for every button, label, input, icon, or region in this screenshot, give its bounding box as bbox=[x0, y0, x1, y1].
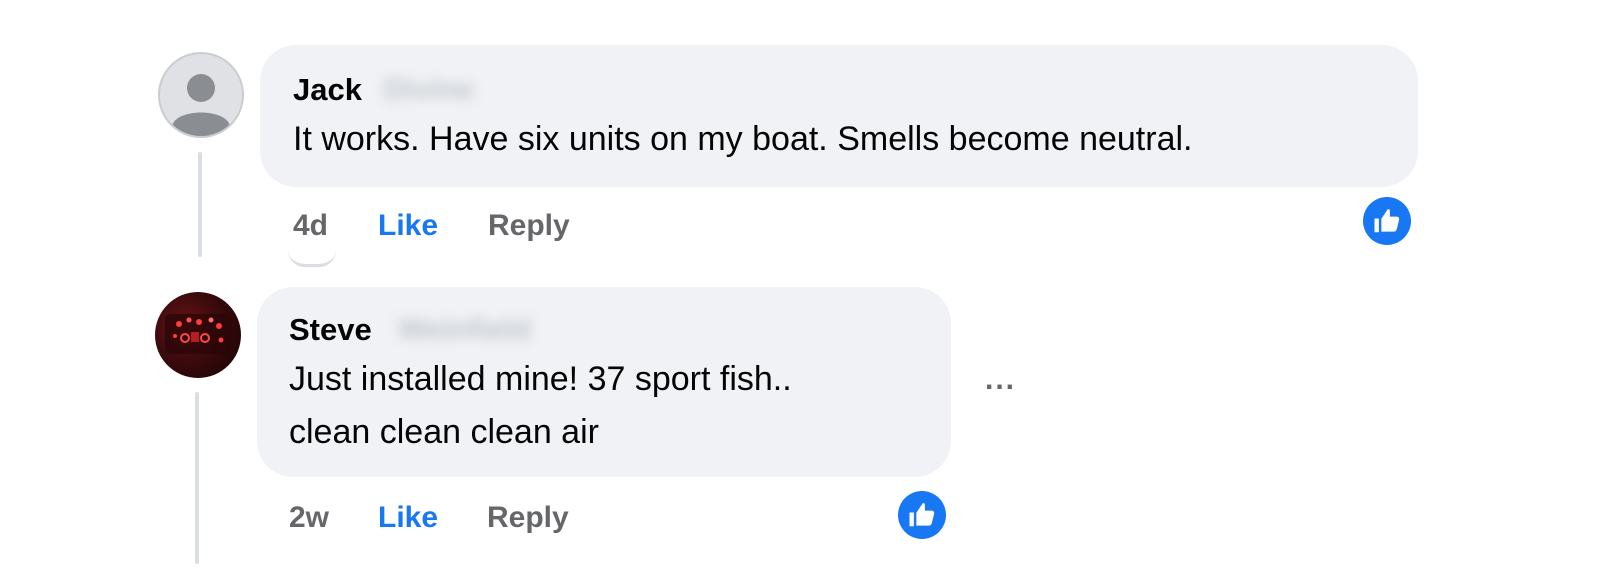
thread-line bbox=[195, 392, 199, 564]
reply-button[interactable]: Reply bbox=[487, 500, 569, 536]
comment-author[interactable]: Steve bbox=[289, 312, 372, 348]
avatar[interactable] bbox=[155, 292, 241, 378]
comment-text-line-1: Just installed mine! 37 sport fish.. bbox=[289, 360, 792, 398]
comment-author-surname-blurred: Divine bbox=[384, 73, 475, 106]
comment-text: It works. Have six units on my boat. Sme… bbox=[293, 120, 1193, 158]
like-reaction-badge[interactable] bbox=[1363, 197, 1411, 245]
reply-button[interactable]: Reply bbox=[488, 208, 570, 244]
comment-author[interactable]: Jack bbox=[293, 72, 362, 108]
comment-text-line-2: clean clean clean air bbox=[289, 413, 599, 451]
thread-line bbox=[198, 152, 202, 257]
avatar[interactable] bbox=[158, 52, 244, 138]
like-button[interactable]: Like bbox=[378, 500, 438, 536]
more-options-button[interactable]: ... bbox=[985, 365, 1016, 395]
thumbs-up-icon bbox=[1374, 209, 1400, 233]
thread-curve bbox=[288, 250, 336, 267]
default-person-icon bbox=[172, 74, 230, 136]
comment-timestamp[interactable]: 4d bbox=[293, 208, 328, 244]
photo-dashboard-lights-icon bbox=[165, 314, 231, 354]
comment-author-surname-blurred: Weinfield bbox=[398, 313, 531, 346]
thumbs-up-icon bbox=[909, 503, 935, 527]
like-button[interactable]: Like bbox=[378, 208, 438, 244]
comment-timestamp[interactable]: 2w bbox=[289, 500, 329, 536]
like-reaction-badge[interactable] bbox=[898, 491, 946, 539]
